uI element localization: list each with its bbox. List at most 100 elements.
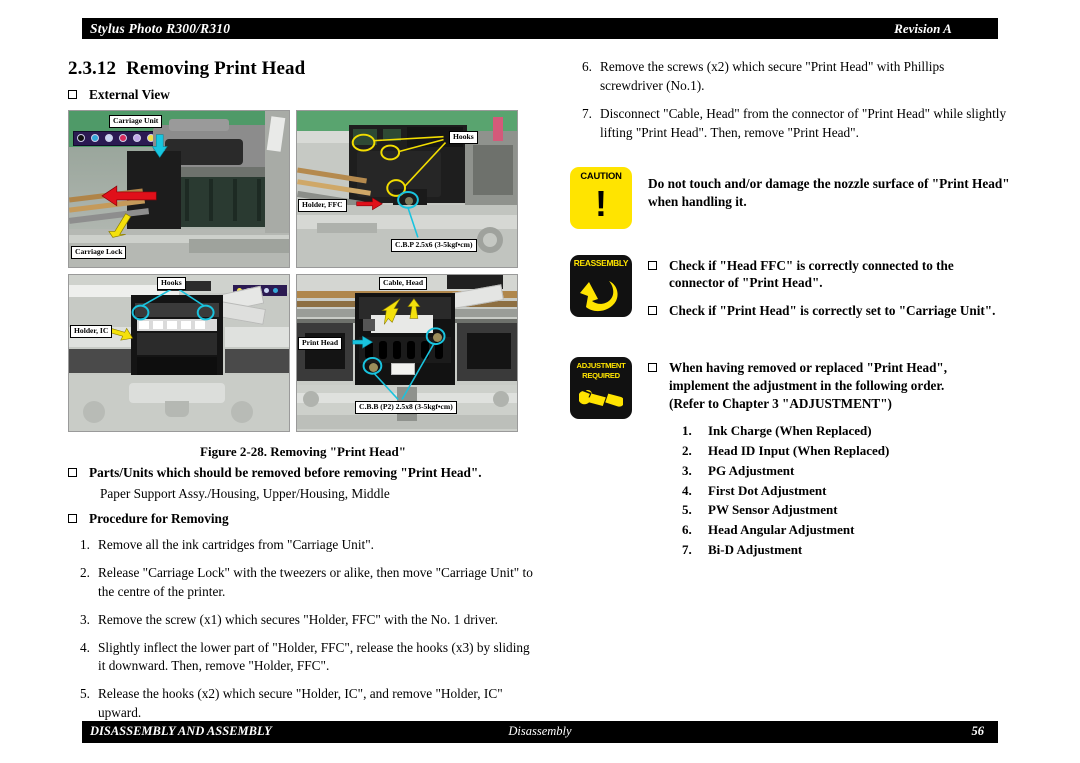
checkbox-icon <box>648 306 657 316</box>
adjustment-text: Head ID Input (When Replaced) <box>708 443 890 459</box>
adjustment-number: 5. <box>682 502 692 518</box>
external-view-heading: External View <box>68 86 538 104</box>
step-number: 7. <box>582 105 592 121</box>
step-number: 1. <box>80 537 90 553</box>
step-text: Release "Carriage Lock" with the tweezer… <box>98 564 533 599</box>
adjustment-list: 1. Ink Charge (When Replaced) 2. Head ID… <box>682 421 1010 559</box>
procedure-heading: Procedure for Removing <box>68 510 538 528</box>
list-item: 7. Bi-D Adjustment <box>682 540 1010 560</box>
list-item: 5. PW Sensor Adjustment <box>682 500 1010 520</box>
step-number: 4. <box>80 639 90 655</box>
exclamation-icon: ! <box>595 182 607 224</box>
callout-carriage-lock: Carriage Lock <box>71 245 127 259</box>
reassembly-body: Check if "Head FFC" is correctly connect… <box>648 255 1010 329</box>
right-column: 6. Remove the screws (x2) which secure "… <box>570 58 1010 560</box>
parts-units-heading: Parts/Units which should be removed befo… <box>68 464 538 482</box>
reassembly-icon: REASSEMBLY <box>570 254 632 317</box>
adjustment-icon: ADJUSTMENT REQUIRED <box>570 356 632 419</box>
adjustment-number: 4. <box>682 482 692 498</box>
list-item: 2. Head ID Input (When Replaced) <box>682 441 1010 461</box>
section-title: Removing Print Head <box>126 58 306 79</box>
step-number: 3. <box>80 611 90 627</box>
manual-page: Stylus Photo R300/R310 Revision A 2.3.12… <box>0 0 1080 763</box>
callout-print-head: Print Head <box>298 336 343 350</box>
reassembly-item-text: Check if "Head FFC" is correctly connect… <box>669 257 954 291</box>
callout-cable-head: Cable, Head <box>379 276 428 290</box>
callout-hooks-ic: Hooks <box>157 276 186 290</box>
checkbox-icon <box>68 514 77 524</box>
checkbox-icon <box>648 362 657 372</box>
list-item: 7. Disconnect "Cable, Head" from the con… <box>570 105 1010 143</box>
callout-holder-ic: Holder, IC <box>70 324 113 338</box>
list-item: 4. Slightly inflect the lower part of "H… <box>68 639 538 677</box>
checkbox-icon <box>68 467 77 477</box>
adjustment-number: 6. <box>682 522 692 538</box>
list-item: 6. Remove the screws (x2) which secure "… <box>570 58 1010 96</box>
adjustment-heading-row: When having removed or replaced "Print H… <box>648 359 1010 412</box>
adjustment-notice: ADJUSTMENT REQUIRED When having removed … <box>570 356 1010 560</box>
callout-hooks: Hooks <box>449 130 478 144</box>
step-number: 5. <box>80 686 90 702</box>
callout-cbp-screw: C.B.P 2.5x6 (3-5kgf•cm) <box>391 238 477 252</box>
adjustment-number: 3. <box>682 462 692 478</box>
adjustment-text: Head Angular Adjustment <box>708 522 855 538</box>
step-text: Disconnect "Cable, Head" from the connec… <box>600 105 1007 140</box>
checkbox-icon <box>68 90 77 99</box>
adjustment-number: 1. <box>682 423 692 439</box>
external-view-label: External View <box>89 87 170 102</box>
curved-arrow-icon <box>580 280 618 311</box>
adjustment-text: PG Adjustment <box>708 462 795 478</box>
procedure-steps-right: 6. Remove the screws (x2) which secure "… <box>570 58 1010 143</box>
callout-cbb-screw: C.B.B (P2) 2.5x8 (3-5kgf•cm) <box>355 400 457 414</box>
adjustment-body: When having removed or replaced "Print H… <box>648 357 1010 560</box>
step-text: Remove the screw (x1) which secures "Hol… <box>98 611 498 627</box>
adjustment-text: Bi-D Adjustment <box>708 541 803 557</box>
document-title: Stylus Photo R300/R310 <box>90 20 231 36</box>
photo-holder-ffc: Hooks Holder, FFC C.B.P 2.5x6 (3-5kgf•cm… <box>296 109 518 268</box>
procedure-label: Procedure for Removing <box>89 511 229 527</box>
photo-3-annotations <box>108 288 215 341</box>
list-item: 5. Release the hooks (x2) which secure "… <box>68 685 538 723</box>
photo-print-head: Cable, Head Print Head C.B.B (P2) 2.5x8 … <box>296 273 518 432</box>
adjustment-icon-label: ADJUSTMENT REQUIRED <box>570 361 632 381</box>
page-title: 2.3.12 Removing Print Head <box>68 58 538 80</box>
section-number: 2.3.12 <box>68 58 117 79</box>
figure-caption: Figure 2-28. Removing "Print Head" <box>200 443 406 459</box>
callout-carriage-unit: Carriage Unit <box>109 114 163 128</box>
page-header: Stylus Photo R300/R310 Revision A <box>82 18 998 39</box>
caution-text: Do not touch and/or damage the nozzle su… <box>648 175 1010 210</box>
caution-icon: CAUTION ! <box>570 166 632 229</box>
page-footer: DISASSEMBLY AND ASSEMBLY Disassembly 56 <box>82 721 998 743</box>
wrench-icon <box>579 389 623 407</box>
parts-units-label: Parts/Units which should be removed befo… <box>89 464 482 480</box>
callout-holder-ffc: Holder, FFC <box>298 198 347 212</box>
caution-body: Do not touch and/or damage the nozzle su… <box>648 167 1010 212</box>
adjustment-icon-label-line2: REQUIRED <box>582 370 620 380</box>
caution-icon-label: CAUTION <box>580 169 622 181</box>
adjustment-number: 2. <box>682 443 692 459</box>
step-number: 6. <box>582 59 592 74</box>
caution-notice: CAUTION ! Do not touch and/or damage the… <box>570 166 1010 229</box>
revision-label: Revision A <box>894 20 952 36</box>
figure-photo-grid: Carriage Unit Carriage Lock Hooks Holder… <box>68 109 518 436</box>
step-number: 2. <box>80 564 90 580</box>
list-item: 4. First Dot Adjustment <box>682 481 1010 501</box>
reassembly-item-2: Check if "Print Head" is correctly set t… <box>648 302 1010 320</box>
photo-carriage-unit: Carriage Unit Carriage Lock <box>68 109 290 268</box>
reassembly-notice: REASSEMBLY Check if "Head FFC" is correc… <box>570 254 1010 329</box>
adjustment-reference: (Refer to Chapter 3 "ADJUSTMENT") <box>669 395 892 411</box>
list-item: 1. Remove all the ink cartridges from "C… <box>68 536 538 555</box>
procedure-steps-left: 1. Remove all the ink cartridges from "C… <box>68 536 538 723</box>
step-text: Remove all the ink cartridges from "Carr… <box>98 537 374 553</box>
adjustment-number: 7. <box>682 541 692 557</box>
footer-section: Disassembly <box>508 724 572 738</box>
step-text: Release the hooks (x2) which secure "Hol… <box>98 686 503 721</box>
list-item: 6. Head Angular Adjustment <box>682 520 1010 540</box>
adjustment-text: PW Sensor Adjustment <box>708 502 838 518</box>
reassembly-item-text: Check if "Print Head" is correctly set t… <box>669 303 996 319</box>
adjustment-heading: When having removed or replaced "Print H… <box>669 359 948 393</box>
parts-units-list: Paper Support Assy./Housing, Upper/Housi… <box>100 485 390 501</box>
list-item: 3. Remove the screw (x1) which secures "… <box>68 611 538 630</box>
footer-page-number: 56 <box>971 724 985 738</box>
list-item: 2. Release "Carriage Lock" with the twee… <box>68 564 538 602</box>
